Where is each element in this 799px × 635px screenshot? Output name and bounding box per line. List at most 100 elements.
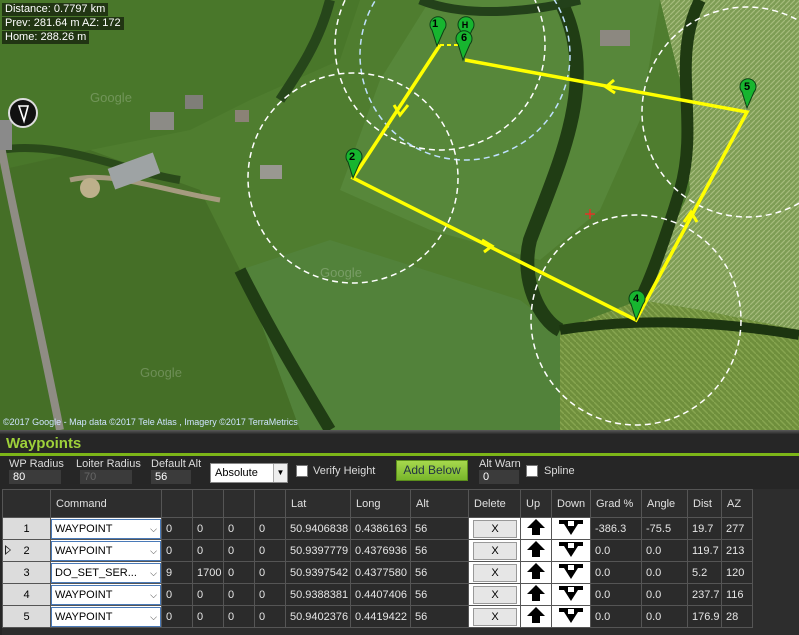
row-number-header[interactable]	[2, 489, 51, 518]
default-alt-input[interactable]	[151, 470, 191, 484]
command-cell[interactable]: WAYPOINT ⌵	[50, 605, 162, 628]
down-arrow-icon[interactable]	[551, 583, 591, 606]
wp-radius-input[interactable]	[9, 470, 61, 484]
dist-header[interactable]: Dist	[687, 489, 722, 518]
az-header[interactable]: AZ	[721, 489, 753, 518]
alt-cell[interactable]: 56	[410, 605, 469, 628]
panel-splitter[interactable]	[0, 430, 799, 434]
param3-header[interactable]	[223, 489, 255, 518]
table-row[interactable]: 5 WAYPOINT ⌵ 0 0 0 0 50.9402376 0.4419422 56 X 0.0 0…	[2, 605, 753, 628]
param2-cell[interactable]: 0	[192, 539, 224, 562]
up-arrow-icon[interactable]	[520, 583, 552, 606]
waypoint-marker-1[interactable]: 1	[429, 16, 447, 48]
up-arrow-icon[interactable]	[520, 605, 552, 628]
row-number[interactable]: 1	[2, 517, 51, 540]
waypoint-marker-2[interactable]: 2	[345, 148, 363, 180]
alt-cell[interactable]: 56	[410, 583, 469, 606]
table-row[interactable]: 3 DO_SET_SER... ⌵ 9 1700 0 0 50.9397542 0.437758…	[2, 561, 753, 584]
altitude-mode-select[interactable]: Absolute ▼	[210, 463, 288, 483]
spline-checkbox[interactable]	[526, 465, 538, 477]
param4-cell[interactable]: 0	[254, 539, 286, 562]
long-cell[interactable]: 0.4376936	[350, 539, 411, 562]
compass-icon[interactable]	[8, 98, 38, 128]
param1-cell[interactable]: 0	[161, 583, 193, 606]
up-arrow-icon[interactable]	[520, 517, 552, 540]
param1-cell[interactable]: 0	[161, 605, 193, 628]
grad-header[interactable]: Grad %	[590, 489, 642, 518]
param2-header[interactable]	[192, 489, 224, 518]
param4-cell[interactable]: 0	[254, 583, 286, 606]
command-header[interactable]: Command	[50, 489, 162, 518]
long-cell[interactable]: 0.4377580	[350, 561, 411, 584]
param3-cell[interactable]: 0	[223, 561, 255, 584]
param4-cell[interactable]: 0	[254, 605, 286, 628]
waypoint-grid[interactable]: Command Lat Long Alt Delete Up Down Grad % Angle…	[2, 489, 799, 635]
delete-button[interactable]: X	[473, 585, 517, 604]
param4-cell[interactable]: 0	[254, 561, 286, 584]
alt-cell[interactable]: 56	[410, 561, 469, 584]
param1-cell[interactable]: 9	[161, 561, 193, 584]
waypoint-marker-4[interactable]: 4	[628, 290, 646, 322]
alt-cell[interactable]: 56	[410, 517, 469, 540]
param4-cell[interactable]: 0	[254, 517, 286, 540]
row-number[interactable]: 5	[2, 605, 51, 628]
lat-cell[interactable]: 50.9388381	[285, 583, 351, 606]
table-row[interactable]: 2 WAYPOINT ⌵ 0 0 0 0 50.9397779 0.4376936 56 X 0.0 0…	[2, 539, 753, 562]
delete-header[interactable]: Delete	[468, 489, 521, 518]
loiter-radius-input[interactable]	[80, 470, 132, 484]
down-arrow-icon[interactable]	[551, 605, 591, 628]
param3-cell[interactable]: 0	[223, 583, 255, 606]
angle-header[interactable]: Angle	[641, 489, 688, 518]
param1-cell[interactable]: 0	[161, 517, 193, 540]
long-header[interactable]: Long	[350, 489, 411, 518]
delete-button[interactable]: X	[473, 607, 517, 626]
up-arrow-icon[interactable]	[520, 561, 552, 584]
row-number[interactable]: 2	[2, 539, 51, 562]
param1-cell[interactable]: 0	[161, 539, 193, 562]
down-arrow-icon[interactable]	[551, 517, 591, 540]
long-cell[interactable]: 0.4407406	[350, 583, 411, 606]
row-number[interactable]: 4	[2, 583, 51, 606]
param1-header[interactable]	[161, 489, 193, 518]
lat-cell[interactable]: 50.9406838	[285, 517, 351, 540]
down-arrow-icon[interactable]	[551, 539, 591, 562]
waypoint-marker-5[interactable]: 5	[739, 78, 757, 110]
up-header[interactable]: Up	[520, 489, 552, 518]
lat-header[interactable]: Lat	[285, 489, 351, 518]
add-below-button[interactable]: Add Below	[396, 460, 468, 481]
alt-warn-input[interactable]	[479, 470, 519, 484]
param3-cell[interactable]: 0	[223, 539, 255, 562]
row-number[interactable]: 3	[2, 561, 51, 584]
alt-header[interactable]: Alt	[410, 489, 469, 518]
table-row[interactable]: 1 WAYPOINT ⌵ 0 0 0 0 50.9406838 0.4386163 56 X -386…	[2, 517, 753, 540]
command-select[interactable]: DO_SET_SER... ⌵	[51, 562, 161, 583]
param4-header[interactable]	[254, 489, 286, 518]
delete-button[interactable]: X	[473, 563, 517, 582]
delete-button[interactable]: X	[473, 519, 517, 538]
param3-cell[interactable]: 0	[223, 517, 255, 540]
lat-cell[interactable]: 50.9397779	[285, 539, 351, 562]
command-select[interactable]: WAYPOINT ⌵	[51, 518, 161, 539]
long-cell[interactable]: 0.4386163	[350, 517, 411, 540]
command-cell[interactable]: WAYPOINT ⌵	[50, 583, 162, 606]
waypoint-marker-6[interactable]: 6	[455, 30, 473, 62]
delete-button[interactable]: X	[473, 541, 517, 560]
up-arrow-icon[interactable]	[520, 539, 552, 562]
verify-height-checkbox[interactable]	[296, 465, 308, 477]
param2-cell[interactable]: 0	[192, 517, 224, 540]
down-arrow-icon[interactable]	[551, 561, 591, 584]
alt-cell[interactable]: 56	[410, 539, 469, 562]
command-cell[interactable]: WAYPOINT ⌵	[50, 517, 162, 540]
command-select[interactable]: WAYPOINT ⌵	[51, 606, 161, 627]
param3-cell[interactable]: 0	[223, 605, 255, 628]
lat-cell[interactable]: 50.9402376	[285, 605, 351, 628]
lat-cell[interactable]: 50.9397542	[285, 561, 351, 584]
param2-cell[interactable]: 1700	[192, 561, 224, 584]
down-header[interactable]: Down	[551, 489, 591, 518]
command-cell[interactable]: WAYPOINT ⌵	[50, 539, 162, 562]
satellite-map[interactable]: 1 H 6 2 4 5 Distance: 0.7797 km Prev: 28…	[0, 0, 799, 430]
table-row[interactable]: 4 WAYPOINT ⌵ 0 0 0 0 50.9388381 0.4407406 56 X 0.0 0…	[2, 583, 753, 606]
command-select[interactable]: WAYPOINT ⌵	[51, 540, 161, 561]
long-cell[interactable]: 0.4419422	[350, 605, 411, 628]
command-cell[interactable]: DO_SET_SER... ⌵	[50, 561, 162, 584]
